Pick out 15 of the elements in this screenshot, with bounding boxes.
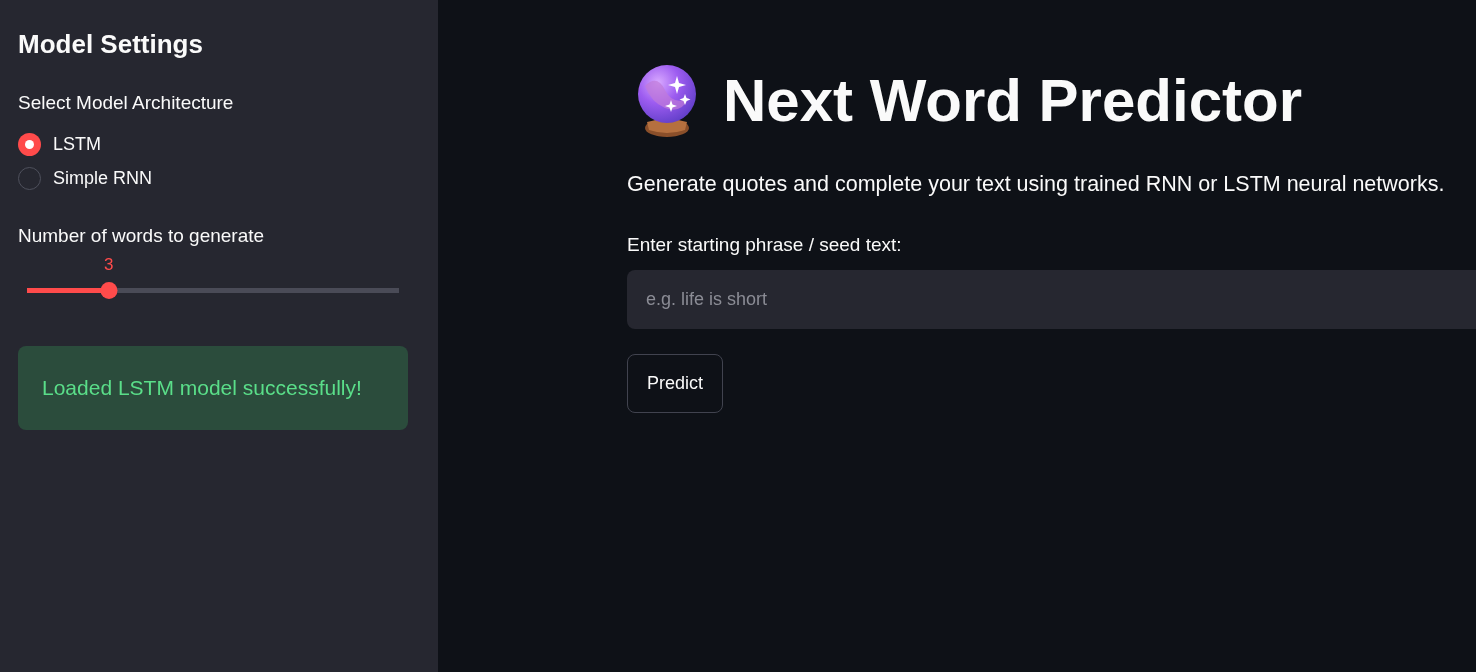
page-title: Next Word Predictor — [723, 66, 1302, 136]
slider-track[interactable] — [27, 282, 399, 299]
slider-thumb[interactable] — [100, 282, 118, 299]
sidebar-title: Model Settings — [18, 28, 203, 60]
radio-option[interactable]: LSTM — [18, 130, 101, 158]
radio-option[interactable]: Simple RNN — [18, 164, 153, 192]
predict-button[interactable]: Predict — [627, 354, 724, 413]
slider-value: 3 — [104, 255, 114, 275]
slider-label: Number of words to generate — [18, 224, 265, 248]
architecture-label: Select Model Architecture — [18, 91, 234, 115]
seed-input[interactable]: e.g. life is short — [627, 270, 1476, 329]
seed-input-label: Enter starting phrase / seed text: — [627, 233, 902, 257]
alert-message: Loaded LSTM model successfully! — [42, 375, 362, 401]
crystal-ball-icon — [635, 64, 699, 138]
page-subtitle: Generate quotes and complete your text using trained RNN or LSTM neural networks. — [627, 171, 1445, 198]
